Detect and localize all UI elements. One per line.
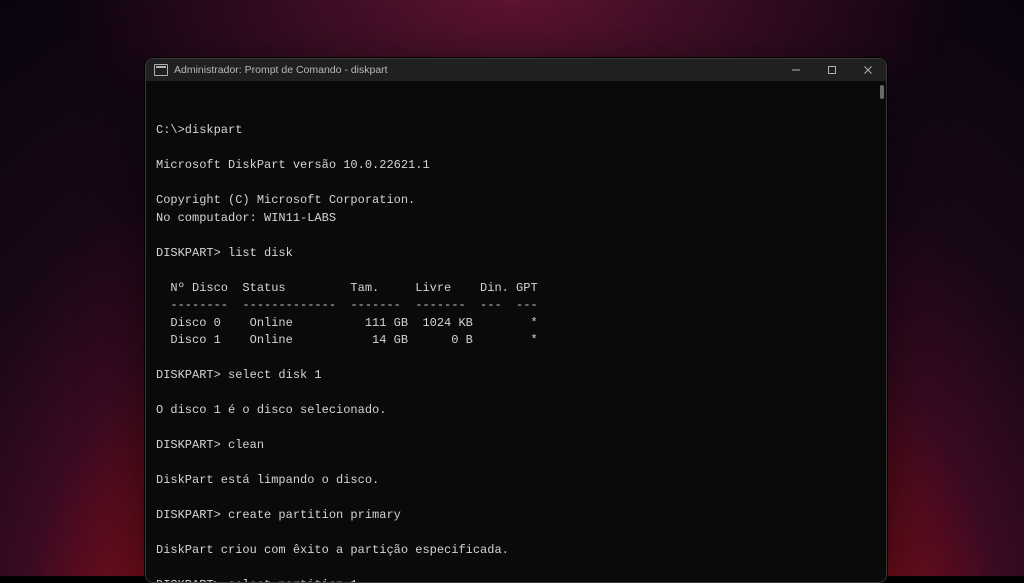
terminal-line: O disco 1 é o disco selecionado. [156,402,876,420]
close-button[interactable] [850,59,886,81]
terminal-line [156,525,876,543]
cmd-icon [154,64,168,76]
terminal-line [156,175,876,193]
terminal-line [156,420,876,438]
terminal-line [156,455,876,473]
cmd-window: Administrador: Prompt de Comando - diskp… [145,58,887,583]
terminal-line [156,350,876,368]
terminal-line: Nº Disco Status Tam. Livre Din. GPT [156,280,876,298]
terminal-line [156,385,876,403]
scrollbar-thumb[interactable] [880,85,884,99]
terminal-line [156,140,876,158]
terminal-line [156,227,876,245]
terminal-line: DiskPart criou com êxito a partição espe… [156,542,876,560]
terminal-line [156,560,876,578]
terminal-line: Copyright (C) Microsoft Corporation. [156,192,876,210]
terminal-line: DISKPART> select disk 1 [156,367,876,385]
terminal-line: Disco 0 Online 111 GB 1024 KB * [156,315,876,333]
terminal-line: No computador: WIN11-LABS [156,210,876,228]
terminal-output[interactable]: C:\>diskpart Microsoft DiskPart versão 10… [146,81,886,582]
titlebar[interactable]: Administrador: Prompt de Comando - diskp… [146,59,886,81]
terminal-line: Disco 1 Online 14 GB 0 B * [156,332,876,350]
minimize-button[interactable] [778,59,814,81]
terminal-line: C:\>diskpart [156,122,876,140]
terminal-line [156,490,876,508]
window-controls [778,59,886,81]
terminal-line: DISKPART> select partition 1 [156,577,876,582]
maximize-button[interactable] [814,59,850,81]
terminal-line: DISKPART> clean [156,437,876,455]
terminal-line: Microsoft DiskPart versão 10.0.22621.1 [156,157,876,175]
terminal-line: DiskPart está limpando o disco. [156,472,876,490]
terminal-line [156,262,876,280]
window-title: Administrador: Prompt de Comando - diskp… [174,64,778,76]
terminal-line: -------- ------------- ------- ------- -… [156,297,876,315]
terminal-line: DISKPART> list disk [156,245,876,263]
terminal-line: DISKPART> create partition primary [156,507,876,525]
